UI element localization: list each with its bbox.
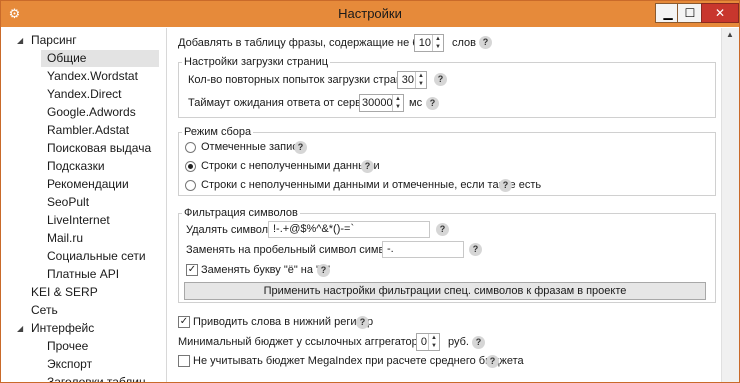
close-icon: ✕ [714, 6, 726, 20]
help-icon[interactable]: ? [479, 36, 492, 49]
help-icon[interactable]: ? [469, 243, 482, 256]
remove-symbols-label: Удалять символы: [186, 224, 280, 236]
help-icon[interactable]: ? [499, 179, 512, 192]
help-icon[interactable]: ? [426, 97, 439, 110]
help-icon[interactable]: ? [356, 316, 369, 329]
retries-label: Кол-во повторных попыток загрузки страни… [188, 74, 418, 86]
tree-item-kei-serp[interactable]: KEI & SERP [31, 284, 98, 301]
remove-symbols-input[interactable]: !-.+@$%^&*()-=` [268, 221, 430, 238]
mode-option-checked-label[interactable]: Отмеченные записи [201, 139, 304, 155]
tree-item-search-results[interactable]: Поисковая выдача [47, 140, 151, 157]
tree-item-liveinternet[interactable]: LiveInternet [47, 212, 110, 229]
replace-yo-checkbox[interactable]: ✓ [186, 264, 198, 276]
min-budget-label: Минимальный бюджет у ссылочных аггрегато… [178, 336, 433, 348]
settings-pane: Добавлять в таблицу фразы, содержащие не… [168, 28, 739, 382]
tree-item-social-networks[interactable]: Социальные сети [47, 248, 146, 265]
tree-item-suggestions[interactable]: Подсказки [47, 158, 105, 175]
megaindex-label[interactable]: Не учитывать бюджет MegaIndex при расчет… [193, 353, 524, 369]
collapse-icon[interactable]: ◢ [17, 324, 23, 333]
mode-option-missing-and-checked-label[interactable]: Строки с неполученными данными и отмечен… [201, 177, 541, 193]
replace-symbols-input[interactable]: -. [382, 241, 464, 258]
mode-group-legend: Режим сбора [182, 126, 254, 138]
stepper-arrows-icon[interactable]: ▲ ▼ [432, 35, 443, 51]
loading-group-legend: Настройки загрузки страниц [182, 56, 331, 68]
close-button[interactable]: ✕ [701, 3, 739, 23]
tree-item-other[interactable]: Прочее [47, 338, 88, 355]
scroll-up-icon[interactable]: ▲ [726, 30, 734, 39]
mode-radio-missing-and-checked[interactable] [185, 180, 196, 191]
help-icon[interactable]: ? [436, 223, 449, 236]
add-phrases-label: Добавлять в таблицу фразы, содержащие не… [178, 37, 444, 49]
help-icon[interactable]: ? [434, 73, 447, 86]
mode-radio-missing[interactable] [185, 161, 196, 172]
mode-option-missing-label[interactable]: Строки с неполученными данными [201, 158, 380, 174]
min-budget-stepper[interactable]: 0 ▲ ▼ [416, 333, 440, 351]
mode-radio-checked[interactable] [185, 142, 196, 153]
vertical-scrollbar[interactable]: ▲ [721, 28, 739, 382]
tree-item-seopult[interactable]: SeoPult [47, 194, 89, 211]
help-icon[interactable]: ? [317, 264, 330, 277]
stepper-arrows-icon[interactable]: ▲ ▼ [415, 72, 426, 88]
maximize-button[interactable]: ☐ [677, 3, 703, 23]
tree-item-rambler-adstat[interactable]: Rambler.Adstat [47, 122, 129, 139]
stepper-arrows-icon[interactable]: ▲ ▼ [392, 95, 403, 111]
tree-item-recommendations[interactable]: Рекомендации [47, 176, 129, 193]
tree-item-table-headers[interactable]: Заголовки таблиц [47, 374, 146, 382]
words-unit: слов [452, 37, 477, 49]
collapse-icon[interactable]: ◢ [17, 36, 23, 45]
window-title: Настройки [338, 6, 402, 21]
stepper-arrows-icon[interactable]: ▲ ▼ [428, 334, 439, 350]
settings-window: ⚙ Настройки ▁ ☐ ✕ ◢ Парсинг Общие Yandex… [0, 0, 740, 383]
minimize-icon: ▁ [663, 6, 673, 20]
max-words-stepper[interactable]: 10 ▲ ▼ [414, 34, 444, 52]
tree-item-general[interactable]: Общие [41, 50, 159, 67]
filter-group-legend: Фильтрация символов [182, 207, 300, 219]
timeout-unit: мс [409, 97, 423, 109]
timeout-stepper[interactable]: 30000 ▲ ▼ [359, 94, 404, 112]
replace-symbols-label: Заменять на пробельный символ символы: [186, 244, 408, 256]
tree-item-interface[interactable]: Интерфейс [31, 320, 94, 337]
tree-item-paid-api[interactable]: Платные API [47, 266, 119, 283]
lowercase-label[interactable]: Приводить слова в нижний регистр [193, 314, 373, 330]
help-icon[interactable]: ? [294, 141, 307, 154]
help-icon[interactable]: ? [472, 336, 485, 349]
tree-item-network[interactable]: Сеть [31, 302, 58, 319]
apply-filter-button[interactable]: Применить настройки фильтрации спец. сим… [184, 282, 706, 300]
title-bar[interactable]: ⚙ Настройки ▁ ☐ ✕ [1, 1, 739, 27]
megaindex-checkbox[interactable] [178, 355, 190, 367]
min-budget-unit: руб. [448, 336, 469, 348]
replace-yo-label[interactable]: Заменять букву "ё" на "е" [201, 262, 330, 278]
tree-item-export[interactable]: Экспорт [47, 356, 92, 373]
help-icon[interactable]: ? [361, 160, 374, 173]
settings-tree: ◢ Парсинг Общие Yandex.Wordstat Yandex.D… [1, 28, 167, 382]
tree-item-yandex-direct[interactable]: Yandex.Direct [47, 86, 121, 103]
retries-stepper[interactable]: 30 ▲ ▼ [397, 71, 427, 89]
maximize-icon: ☐ [684, 6, 696, 20]
lowercase-checkbox[interactable]: ✓ [178, 316, 190, 328]
tree-item-mailru[interactable]: Mail.ru [47, 230, 83, 247]
timeout-label: Таймаут ожидания ответа от сервиса: [188, 97, 382, 109]
tree-item-google-adwords[interactable]: Google.Adwords [47, 104, 136, 121]
tree-item-yandex-wordstat[interactable]: Yandex.Wordstat [47, 68, 138, 85]
help-icon[interactable]: ? [486, 355, 499, 368]
tree-item-parsing[interactable]: Парсинг [31, 32, 77, 49]
